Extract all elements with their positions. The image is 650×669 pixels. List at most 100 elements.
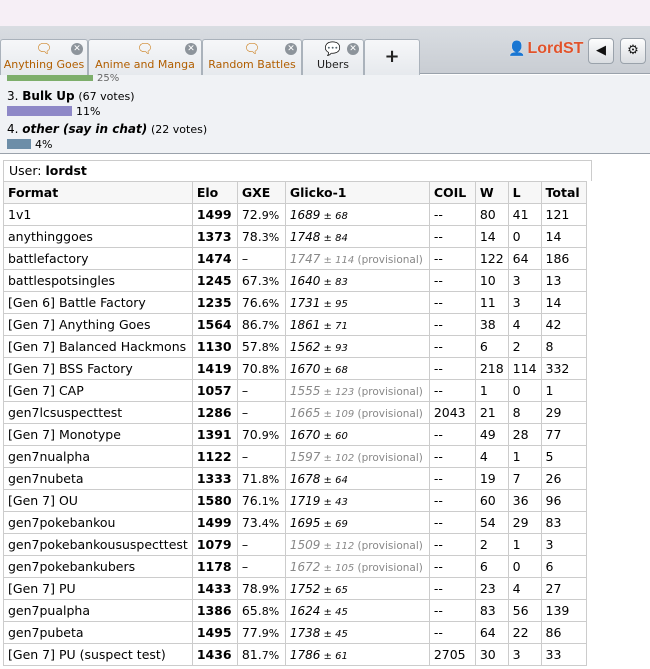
wins-cell: 60 — [474, 489, 509, 512]
gxe-cell: – — [236, 533, 286, 556]
column-header-losses: L — [507, 181, 542, 204]
ladder-user-line: User: lordst — [3, 160, 592, 181]
close-icon[interactable]: ✕ — [285, 43, 297, 55]
wins-cell: 6 — [474, 555, 509, 578]
elo-cell: 1499 — [191, 203, 238, 226]
table-row: [Gen 7] OU 1580 76.1% 1719 ± 43 -- 60 36 96 — [3, 489, 587, 512]
tab-anything-goes[interactable]: 🗨 Anything Goes ✕ — [0, 39, 88, 75]
losses-cell: 56 — [507, 599, 542, 622]
sound-button[interactable]: ◀ — [588, 38, 614, 64]
elo-cell: 1436 — [191, 643, 238, 666]
total-cell: 33 — [540, 643, 587, 666]
format-cell: gen7pokebankou — [3, 511, 193, 534]
total-cell: 13 — [540, 269, 587, 292]
wins-cell: 38 — [474, 313, 509, 336]
total-cell: 96 — [540, 489, 587, 512]
total-cell: 26 — [540, 467, 587, 490]
gxe-cell: 76.1% — [236, 489, 286, 512]
format-cell: gen7nubeta — [3, 467, 193, 490]
glicko-cell: 1786 ± 61 — [284, 643, 430, 666]
close-icon[interactable]: ✕ — [347, 43, 359, 55]
losses-cell: 114 — [507, 357, 542, 380]
wins-cell: 19 — [474, 467, 509, 490]
glicko-cell: 1719 ± 43 — [284, 489, 430, 512]
close-icon[interactable]: ✕ — [185, 43, 197, 55]
table-row: [Gen 7] CAP 1057–1555 ± 123 (provisional)… — [3, 379, 587, 402]
wins-cell: 1 — [474, 379, 509, 402]
total-cell: 1 — [540, 379, 587, 402]
tab-anime-and-manga[interactable]: 🗨 Anime and Manga ✕ — [88, 39, 202, 75]
new-tab-button[interactable]: + — [364, 39, 420, 75]
elo-cell: 1564 — [191, 313, 238, 336]
losses-cell: 29 — [507, 511, 542, 534]
room-content: 25% 3. Bulk Up (67 votes) 11% 4. other (… — [0, 73, 650, 669]
gxe-cell: 78.3% — [236, 225, 286, 248]
close-icon[interactable]: ✕ — [71, 43, 83, 55]
format-cell: [Gen 7] Balanced Hackmons — [3, 335, 193, 358]
gxe-cell: 67.3% — [236, 269, 286, 292]
total-cell: 139 — [540, 599, 587, 622]
gxe-cell: 65.8% — [236, 599, 286, 622]
column-header-glicko: Glicko-1 — [284, 181, 430, 204]
ladder-username: lordst — [45, 163, 87, 178]
elo-cell: 1245 — [191, 269, 238, 292]
format-cell: [Gen 6] Battle Factory — [3, 291, 193, 314]
elo-cell: 1391 — [191, 423, 238, 446]
losses-cell: 3 — [507, 643, 542, 666]
table-row: anythinggoes 1373 78.3% 1748 ± 84 -- 14 0 14 — [3, 225, 587, 248]
glicko-cell: 1640 ± 83 — [284, 269, 430, 292]
coil-cell: -- — [428, 357, 476, 380]
losses-cell: 0 — [507, 225, 542, 248]
gxe-cell: 78.9% — [236, 577, 286, 600]
wins-cell: 4 — [474, 445, 509, 468]
poll-bar — [7, 106, 72, 116]
coil-cell: -- — [428, 489, 476, 512]
poll-option: 3. Bulk Up (67 votes) — [7, 89, 135, 103]
glicko-cell: 1861 ± 71 — [284, 313, 430, 336]
wins-cell: 80 — [474, 203, 509, 226]
table-row: gen7pualpha 1386 65.8% 1624 ± 45 -- 83 56 139 — [3, 599, 587, 622]
elo-cell: 1499 — [191, 511, 238, 534]
gxe-cell: – — [236, 401, 286, 424]
username-button[interactable]: 👤 LordST — [508, 40, 583, 58]
coil-cell: -- — [428, 533, 476, 556]
settings-button[interactable]: ⚙ — [620, 38, 646, 64]
elo-cell: 1057 — [191, 379, 238, 402]
wins-cell: 14 — [474, 225, 509, 248]
poll-results: 25% 3. Bulk Up (67 votes) 11% 4. other (… — [0, 73, 650, 154]
coil-cell: -- — [428, 203, 476, 226]
glicko-cell: 1678 ± 64 — [284, 467, 430, 490]
glicko-cell: 1747 ± 114 (provisional) — [284, 247, 430, 270]
gxe-cell: 76.6% — [236, 291, 286, 314]
total-cell: 42 — [540, 313, 587, 336]
elo-cell: 1178 — [191, 555, 238, 578]
glicko-cell: 1670 ± 68 — [284, 357, 430, 380]
poll-votes: (67 votes) — [78, 90, 135, 103]
losses-cell: 8 — [507, 401, 542, 424]
total-cell: 14 — [540, 225, 587, 248]
tab-random-battles[interactable]: 🗨 Random Battles ✕ — [202, 39, 302, 75]
gxe-cell: 70.8% — [236, 357, 286, 380]
glicko-cell: 1748 ± 84 — [284, 225, 430, 248]
coil-cell: -- — [428, 291, 476, 314]
table-header-row: Format Elo GXE Glicko-1 COIL W L Total — [3, 181, 587, 204]
elo-cell: 1333 — [191, 467, 238, 490]
wins-cell: 21 — [474, 401, 509, 424]
tab-ubers[interactable]: 💬 Ubers ✕ — [302, 39, 364, 75]
wins-cell: 6 — [474, 335, 509, 358]
gxe-cell: – — [236, 247, 286, 270]
wins-cell: 23 — [474, 577, 509, 600]
poll-option: 4. other (say in chat) (22 votes) — [7, 122, 208, 136]
coil-cell: -- — [428, 247, 476, 270]
losses-cell: 1 — [507, 445, 542, 468]
losses-cell: 0 — [507, 379, 542, 402]
volume-icon: ◀ — [596, 43, 606, 58]
format-cell: [Gen 7] BSS Factory — [3, 357, 193, 380]
total-cell: 6 — [540, 555, 587, 578]
coil-cell: -- — [428, 555, 476, 578]
column-header-gxe: GXE — [236, 181, 286, 204]
table-row: [Gen 7] PU 1433 78.9% 1752 ± 65 -- 23 4 27 — [3, 577, 587, 600]
coil-cell: -- — [428, 423, 476, 446]
format-cell: [Gen 7] Monotype — [3, 423, 193, 446]
table-row: 1v1 1499 72.9% 1689 ± 68 -- 80 41 121 — [3, 203, 587, 226]
